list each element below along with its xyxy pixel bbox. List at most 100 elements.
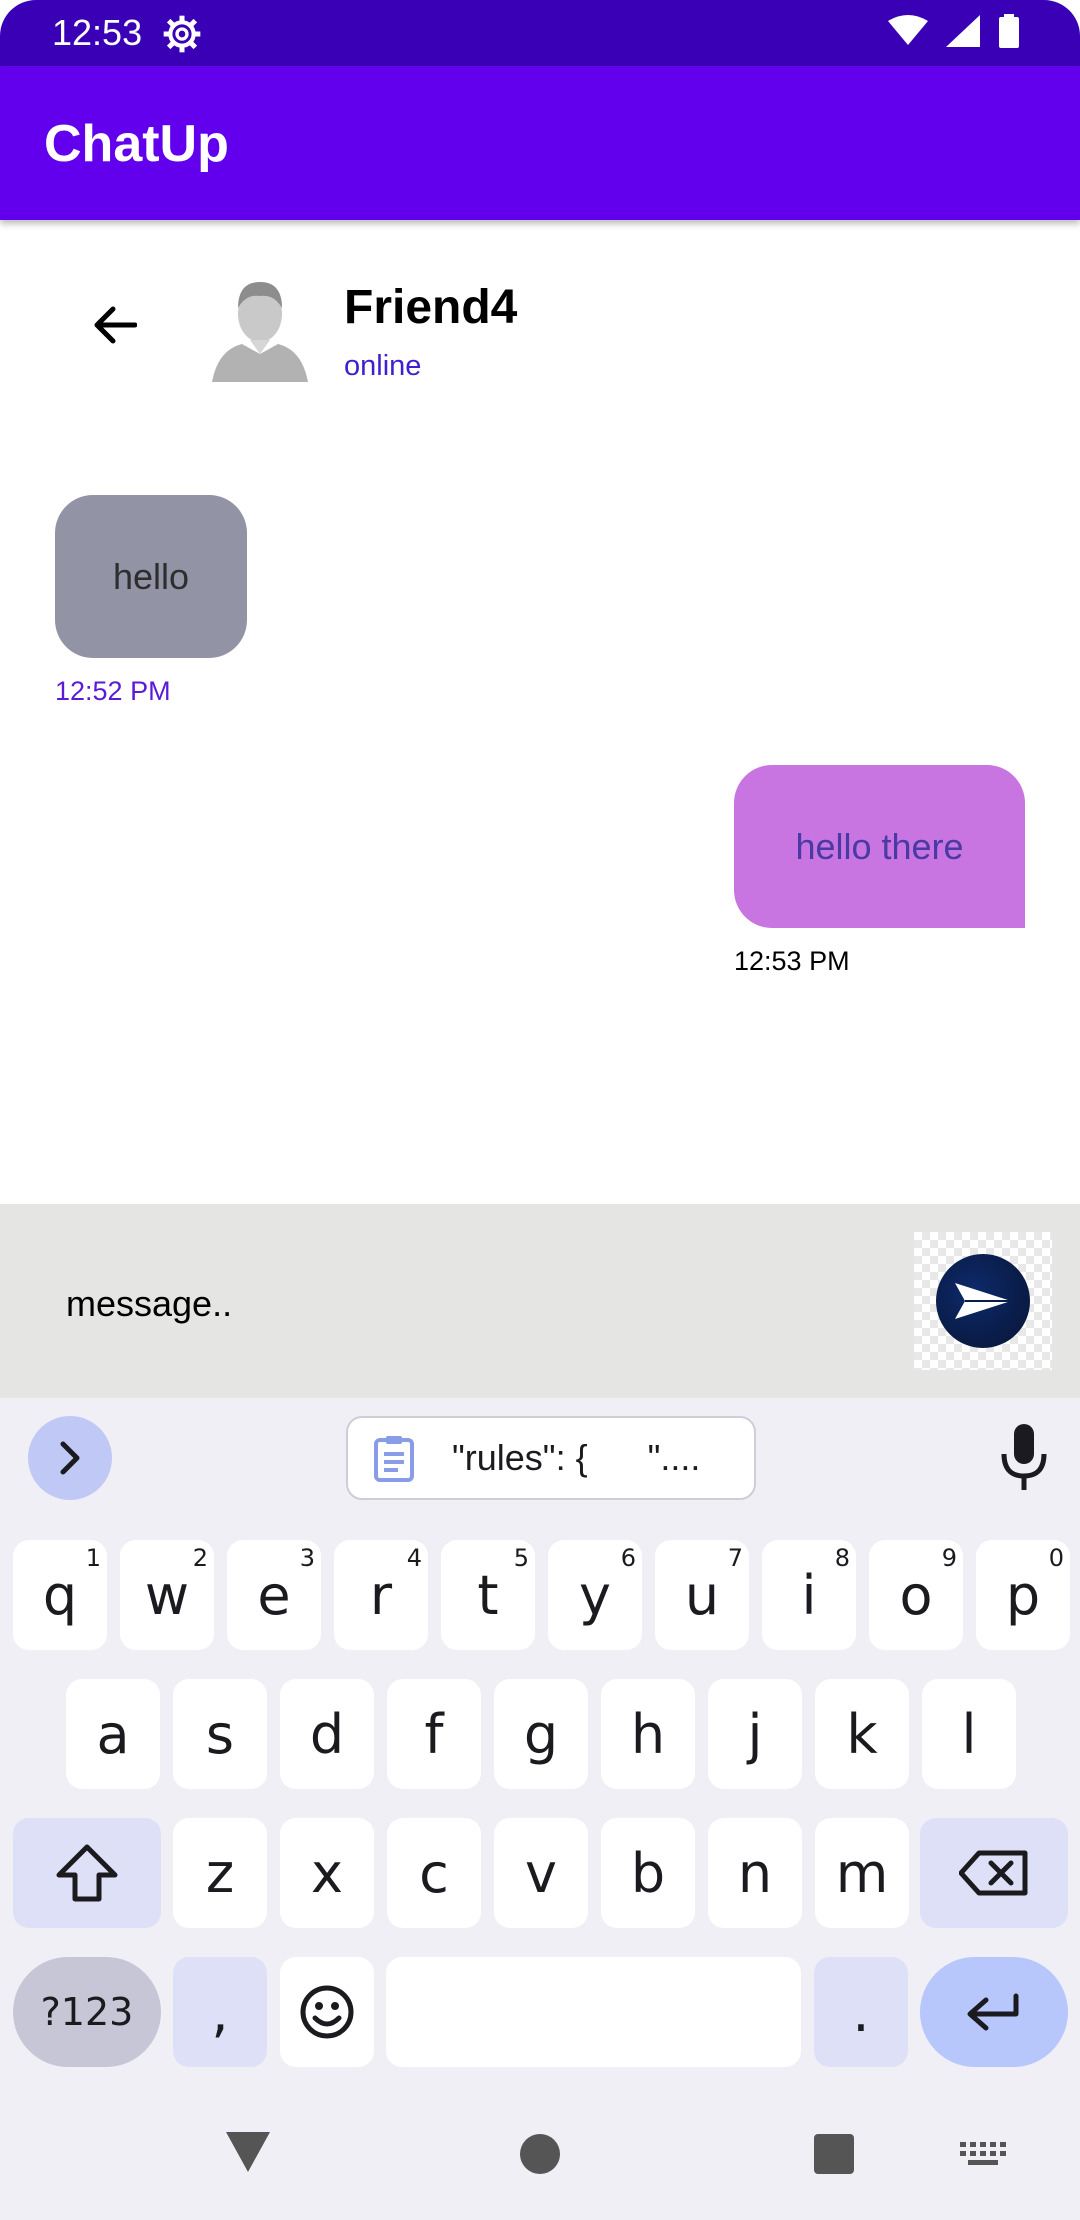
message-input[interactable] bbox=[48, 1264, 868, 1344]
soft-keyboard: "rules": { ".... q1w2e3r4t5y6u7i8o9p0asd… bbox=[0, 1398, 1080, 2220]
key-n[interactable]: n bbox=[708, 1818, 802, 1928]
key-y[interactable]: y6 bbox=[548, 1540, 642, 1650]
send-icon bbox=[955, 1283, 1011, 1319]
nav-home-icon[interactable] bbox=[520, 2134, 560, 2174]
key-r[interactable]: r4 bbox=[334, 1540, 428, 1650]
key-label: m bbox=[835, 1841, 889, 1905]
period-key[interactable]: . bbox=[814, 1957, 908, 2067]
key-q[interactable]: q1 bbox=[13, 1540, 107, 1650]
key-k[interactable]: k bbox=[815, 1679, 909, 1789]
key-label: e bbox=[257, 1563, 291, 1627]
key-label: . bbox=[852, 1980, 870, 2044]
key-label: n bbox=[737, 1841, 773, 1905]
key-label: w bbox=[144, 1563, 190, 1627]
backspace-icon bbox=[959, 1850, 1028, 1896]
key-hint: 9 bbox=[941, 1544, 957, 1572]
key-e[interactable]: e3 bbox=[227, 1540, 321, 1650]
avatar bbox=[212, 282, 308, 382]
key-j[interactable]: j bbox=[708, 1679, 802, 1789]
key-label: x bbox=[311, 1841, 343, 1905]
contact-name: Friend4 bbox=[344, 281, 518, 334]
nav-recents-icon[interactable] bbox=[814, 2134, 854, 2174]
battery-icon bbox=[999, 14, 1019, 48]
message-input-bar bbox=[0, 1204, 1080, 1398]
shift-icon bbox=[56, 1844, 118, 1902]
key-u[interactable]: u7 bbox=[655, 1540, 749, 1650]
wifi-icon bbox=[888, 15, 928, 45]
key-label: q bbox=[42, 1563, 78, 1627]
status-bar: 12:53 bbox=[0, 0, 1080, 66]
key-p[interactable]: p0 bbox=[976, 1540, 1070, 1650]
app-title: ChatUp bbox=[44, 115, 229, 173]
incoming-message-bubble[interactable]: hello bbox=[55, 495, 247, 658]
key-label: f bbox=[424, 1702, 444, 1766]
key-label: k bbox=[846, 1702, 878, 1766]
enter-key[interactable] bbox=[920, 1957, 1068, 2067]
key-b[interactable]: b bbox=[601, 1818, 695, 1928]
key-l[interactable]: l bbox=[922, 1679, 1016, 1789]
key-hint: 2 bbox=[192, 1544, 208, 1572]
key-label: b bbox=[630, 1841, 666, 1905]
key-label: u bbox=[684, 1563, 720, 1627]
key-label: j bbox=[747, 1702, 763, 1766]
key-label: h bbox=[630, 1702, 666, 1766]
arrow-back-icon bbox=[94, 306, 137, 344]
key-hint: 5 bbox=[513, 1544, 529, 1572]
key-hint: 7 bbox=[727, 1544, 743, 1572]
keyboard-switch-icon[interactable] bbox=[960, 2142, 1006, 2168]
key-m[interactable]: m bbox=[815, 1818, 909, 1928]
status-time: 12:53 bbox=[52, 12, 143, 53]
keyboard-toolbar-expand[interactable] bbox=[28, 1416, 112, 1500]
key-c[interactable]: c bbox=[387, 1818, 481, 1928]
key-d[interactable]: d bbox=[280, 1679, 374, 1789]
chevron-right-icon bbox=[60, 1441, 80, 1475]
comma-key[interactable]: , bbox=[173, 1957, 267, 2067]
microphone-icon[interactable] bbox=[998, 1422, 1050, 1492]
back-button[interactable] bbox=[84, 294, 146, 356]
backspace-key[interactable] bbox=[920, 1818, 1068, 1928]
symbols-key[interactable]: ?123 bbox=[13, 1957, 161, 2067]
key-label: d bbox=[309, 1702, 345, 1766]
key-hint: 4 bbox=[406, 1544, 422, 1572]
key-label: ?123 bbox=[40, 1990, 134, 2034]
clipboard-suggestion[interactable]: "rules": { ".... bbox=[346, 1416, 756, 1500]
key-label: c bbox=[419, 1841, 449, 1905]
key-label: a bbox=[96, 1702, 130, 1766]
settings-gear-icon bbox=[163, 15, 201, 53]
key-f[interactable]: f bbox=[387, 1679, 481, 1789]
key-z[interactable]: z bbox=[173, 1818, 267, 1928]
contact-status: online bbox=[344, 350, 422, 382]
key-label: i bbox=[801, 1563, 817, 1627]
key-s[interactable]: s bbox=[173, 1679, 267, 1789]
key-g[interactable]: g bbox=[494, 1679, 588, 1789]
send-button[interactable] bbox=[936, 1254, 1030, 1348]
key-hint: 6 bbox=[620, 1544, 636, 1572]
key-w[interactable]: w2 bbox=[120, 1540, 214, 1650]
key-t[interactable]: t5 bbox=[441, 1540, 535, 1650]
enter-icon bbox=[967, 1993, 1019, 2031]
key-hint: 1 bbox=[85, 1544, 101, 1572]
key-i[interactable]: i8 bbox=[762, 1540, 856, 1650]
key-a[interactable]: a bbox=[66, 1679, 160, 1789]
app-bar: ChatUp bbox=[0, 66, 1080, 220]
nav-back-icon[interactable] bbox=[224, 2130, 272, 2174]
key-x[interactable]: x bbox=[280, 1818, 374, 1928]
key-label: y bbox=[579, 1563, 611, 1627]
key-hint: 0 bbox=[1048, 1544, 1064, 1572]
key-o[interactable]: o9 bbox=[869, 1540, 963, 1650]
key-label: r bbox=[369, 1563, 393, 1627]
send-button-container[interactable] bbox=[914, 1232, 1052, 1370]
space-key[interactable] bbox=[386, 1957, 801, 2067]
incoming-message-time: 12:52 PM bbox=[55, 676, 171, 706]
shift-key[interactable] bbox=[13, 1818, 161, 1928]
emoji-key[interactable] bbox=[280, 1957, 374, 2067]
key-label: o bbox=[899, 1563, 933, 1627]
key-h[interactable]: h bbox=[601, 1679, 695, 1789]
key-v[interactable]: v bbox=[494, 1818, 588, 1928]
key-label: s bbox=[205, 1702, 235, 1766]
outgoing-message-bubble[interactable]: hello there bbox=[734, 765, 1025, 928]
key-label: l bbox=[961, 1702, 977, 1766]
signal-icon bbox=[946, 15, 980, 47]
key-label: z bbox=[205, 1841, 235, 1905]
key-hint: 3 bbox=[299, 1544, 315, 1572]
